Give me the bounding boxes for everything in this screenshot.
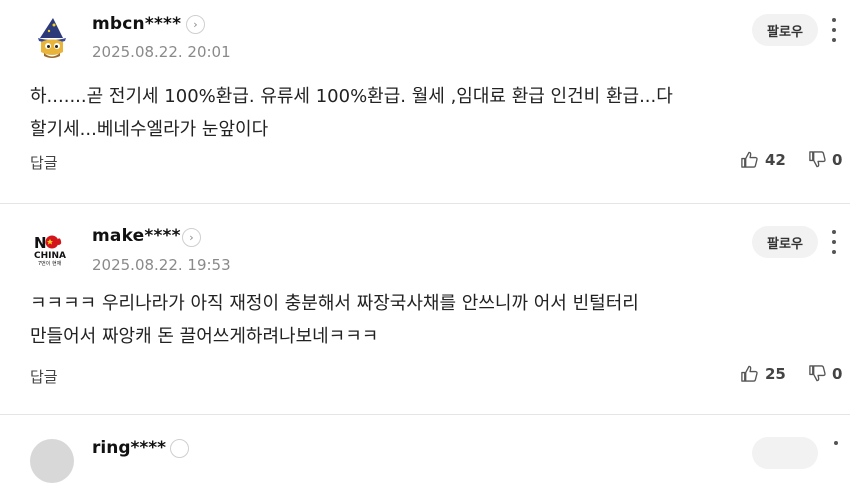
avatar[interactable] — [30, 439, 74, 483]
comment-text: 하.......곧 전기세 100%환급. 유류세 100%환급. 월세 ,임대… — [30, 80, 820, 146]
chevron-right-icon[interactable]: › — [186, 15, 205, 34]
comment-text-line: 할기세...베네수엘라가 눈앞이다 — [30, 119, 269, 140]
more-options-icon[interactable] — [827, 18, 841, 42]
username[interactable]: make**** — [92, 226, 181, 246]
comment-item: ring**** — [0, 425, 850, 483]
avatar-badge-text: CHINA — [34, 251, 66, 261]
username[interactable]: mbcn**** — [92, 14, 181, 34]
wizard-character-icon — [30, 16, 74, 60]
svg-text:N: N — [34, 234, 47, 252]
comment-text: ㅋㅋㅋㅋ 우리나라가 아직 재정이 충분해서 짜장국사채를 안쓰니까 어서 빈털… — [30, 287, 820, 353]
divider — [0, 203, 850, 204]
avatar-badge-subtext: 7번이 현재 — [38, 260, 62, 267]
follow-button[interactable]: 팔로우 — [752, 14, 818, 46]
dislike-count: 0 — [832, 150, 843, 169]
dislike-button[interactable]: 0 — [808, 150, 842, 169]
username[interactable]: ring**** — [92, 438, 166, 458]
follow-button[interactable]: 팔로우 — [752, 226, 818, 258]
timestamp: 2025.08.22. 19:53 — [92, 256, 231, 274]
like-button[interactable]: 25 — [740, 364, 786, 383]
reply-button[interactable]: 답글 — [30, 152, 58, 173]
chevron-right-icon[interactable]: › — [182, 228, 201, 247]
more-options-icon[interactable] — [834, 441, 838, 445]
dislike-button[interactable]: 0 — [808, 364, 842, 383]
thumbs-down-icon — [809, 365, 826, 382]
reply-button[interactable]: 답글 — [30, 366, 58, 387]
like-count: 42 — [765, 150, 786, 169]
timestamp: 2025.08.22. 20:01 — [92, 43, 231, 61]
like-button[interactable]: 42 — [740, 150, 786, 169]
comment-text-line: 하.......곧 전기세 100%환급. 유류세 100%환급. 월세 ,임대… — [30, 86, 673, 107]
comment-text-line: 만들어서 짜앙캐 돈 끌어쓰게하려나보네ㅋㅋㅋ — [30, 326, 379, 347]
comment-item: mbcn**** › 2025.08.22. 20:01 팔로우 하......… — [0, 0, 850, 203]
follow-button[interactable] — [752, 437, 818, 469]
chevron-right-icon[interactable] — [170, 439, 189, 458]
thumbs-up-icon — [741, 151, 758, 168]
comment-item: N CHINA 7번이 현재 make**** › 2025.08.22. 19… — [0, 214, 850, 414]
no-china-badge-icon: N CHINA 7번이 현재 — [30, 227, 74, 271]
more-options-icon[interactable] — [827, 230, 841, 254]
comment-text-line: ㅋㅋㅋㅋ 우리나라가 아직 재정이 충분해서 짜장국사채를 안쓰니까 어서 빈털… — [30, 293, 639, 314]
avatar[interactable]: N CHINA 7번이 현재 — [30, 227, 74, 271]
like-count: 25 — [765, 364, 786, 383]
avatar[interactable] — [30, 16, 74, 60]
divider — [0, 414, 850, 415]
thumbs-down-icon — [809, 151, 826, 168]
thumbs-up-icon — [741, 365, 758, 382]
dislike-count: 0 — [832, 364, 843, 383]
